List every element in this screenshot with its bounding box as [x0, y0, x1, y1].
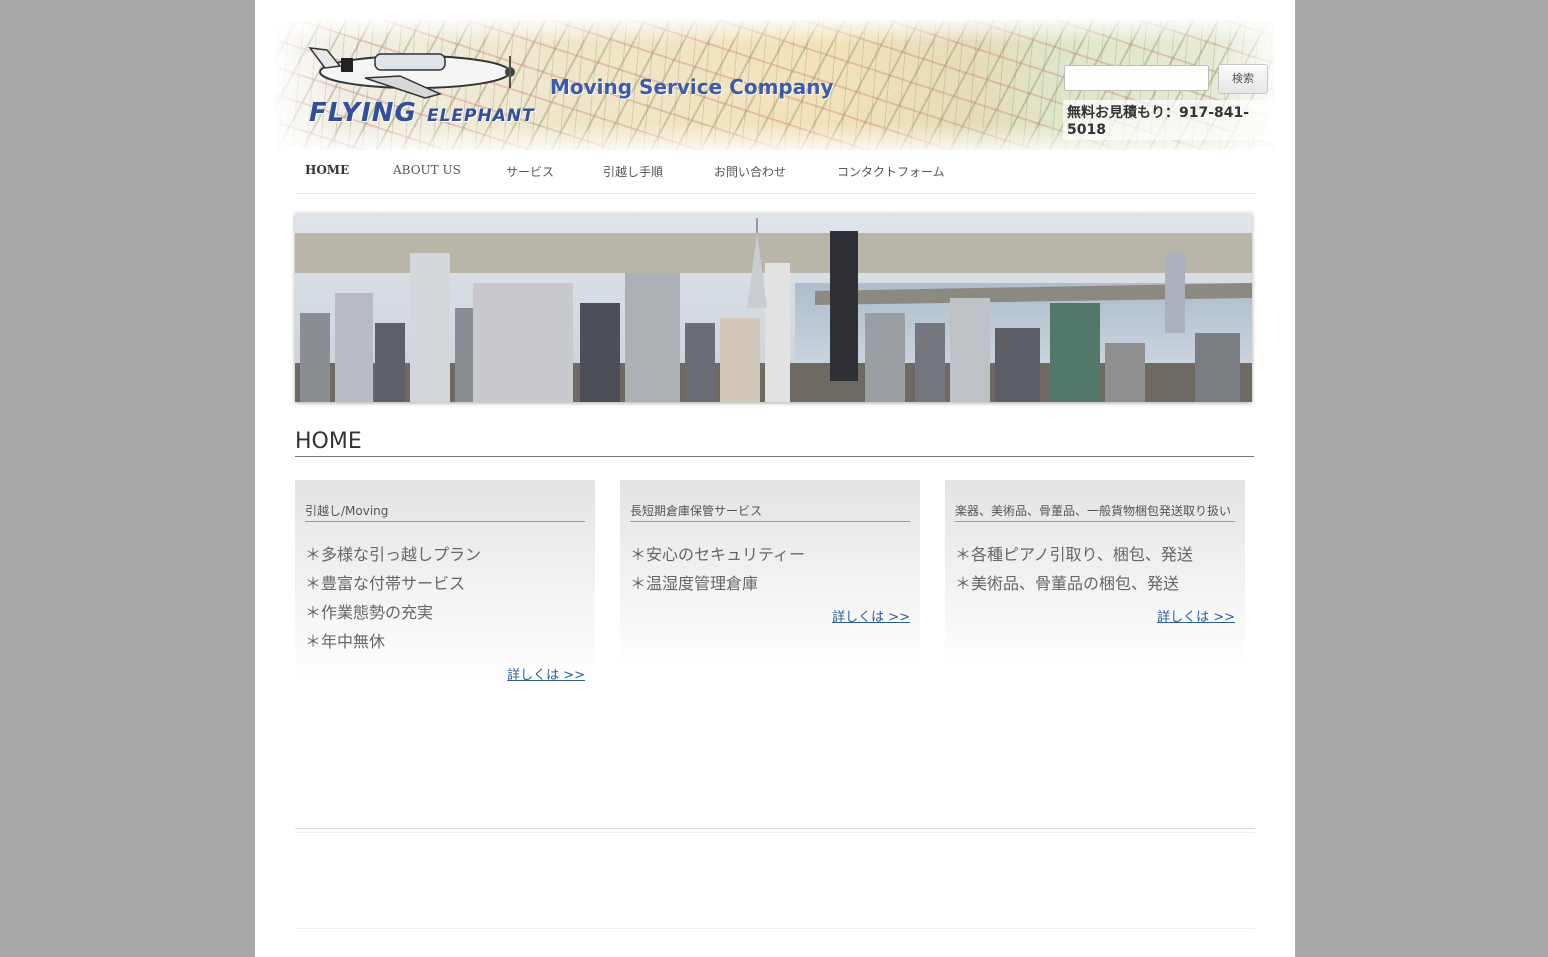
main-nav: HOME ABOUT US サービス 引越し手順 お問い合わせ コンタクトフォー…	[295, 150, 1255, 194]
footer-divider	[295, 828, 1255, 833]
card-feature-list: ＊多様な引っ越しプラン ＊豊富な付帯サービス ＊作業態勢の充実 ＊年中無休	[305, 540, 585, 656]
service-card-storage: 長短期倉庫保管サービス ＊安心のセキュリティー ＊温湿度管理倉庫 詳しくは >>	[620, 480, 920, 670]
nav-item-about-us[interactable]: ABOUT US	[393, 163, 461, 177]
page: FLYING ELEPHANT Moving Service Company 検…	[255, 0, 1295, 957]
nav-item-inquiry[interactable]: お問い合わせ	[714, 163, 786, 180]
list-item: ＊温湿度管理倉庫	[630, 574, 759, 593]
card-title: 楽器、美術品、骨董品、一般貨物梱包発送取り扱い	[955, 502, 1235, 522]
logo-main-text: FLYING	[309, 98, 417, 128]
nav-item-service[interactable]: サービス	[506, 163, 554, 180]
page-title: HOME	[295, 428, 1254, 457]
card-title: 引越し/Moving	[305, 502, 585, 522]
card-feature-list: ＊安心のセキュリティー ＊温湿度管理倉庫	[630, 540, 910, 598]
search-button[interactable]: 検索	[1218, 64, 1268, 94]
nav-item-contact-form[interactable]: コンタクトフォーム	[837, 163, 945, 180]
details-link[interactable]: 詳しくは >>	[305, 664, 585, 687]
details-link[interactable]: 詳しくは >>	[955, 606, 1235, 629]
list-item: ＊美術品、骨董品の梱包、発送	[955, 574, 1180, 593]
card-feature-list: ＊各種ピアノ引取り、梱包、発送 ＊美術品、骨董品の梱包、発送	[955, 540, 1235, 598]
phone-estimate: 無料お見積もり：917-841-5018	[1063, 100, 1275, 140]
card-title: 長短期倉庫保管サービス	[630, 502, 910, 522]
list-item: ＊多様な引っ越しプラン	[305, 545, 482, 564]
nav-item-moving-steps[interactable]: 引越し手順	[603, 163, 663, 180]
nav-item-home[interactable]: HOME	[305, 163, 349, 177]
logo-small-text: ELEPHANT	[426, 106, 535, 126]
list-item: ＊作業態勢の充実	[305, 603, 434, 622]
footer-bottom-line	[295, 928, 1255, 929]
list-item: ＊豊富な付帯サービス	[305, 574, 466, 593]
site-tagline: Moving Service Company	[550, 75, 834, 99]
service-card-instruments-art: 楽器、美術品、骨董品、一般貨物梱包発送取り扱い ＊各種ピアノ引取り、梱包、発送 …	[945, 480, 1245, 670]
logo-wordmark[interactable]: FLYING ELEPHANT	[309, 98, 535, 128]
service-card-moving: 引越し/Moving ＊多様な引っ越しプラン ＊豊富な付帯サービス ＊作業態勢の…	[295, 480, 595, 683]
list-item: ＊各種ピアノ引取り、梱包、発送	[955, 545, 1193, 564]
hero-city-image	[295, 213, 1252, 402]
list-item: ＊年中無休	[305, 632, 386, 651]
details-link[interactable]: 詳しくは >>	[630, 606, 910, 629]
airplane-logo-icon	[308, 47, 515, 99]
search-input[interactable]	[1064, 65, 1209, 91]
site-header: FLYING ELEPHANT Moving Service Company 検…	[275, 20, 1275, 150]
list-item: ＊安心のセキュリティー	[630, 545, 806, 564]
